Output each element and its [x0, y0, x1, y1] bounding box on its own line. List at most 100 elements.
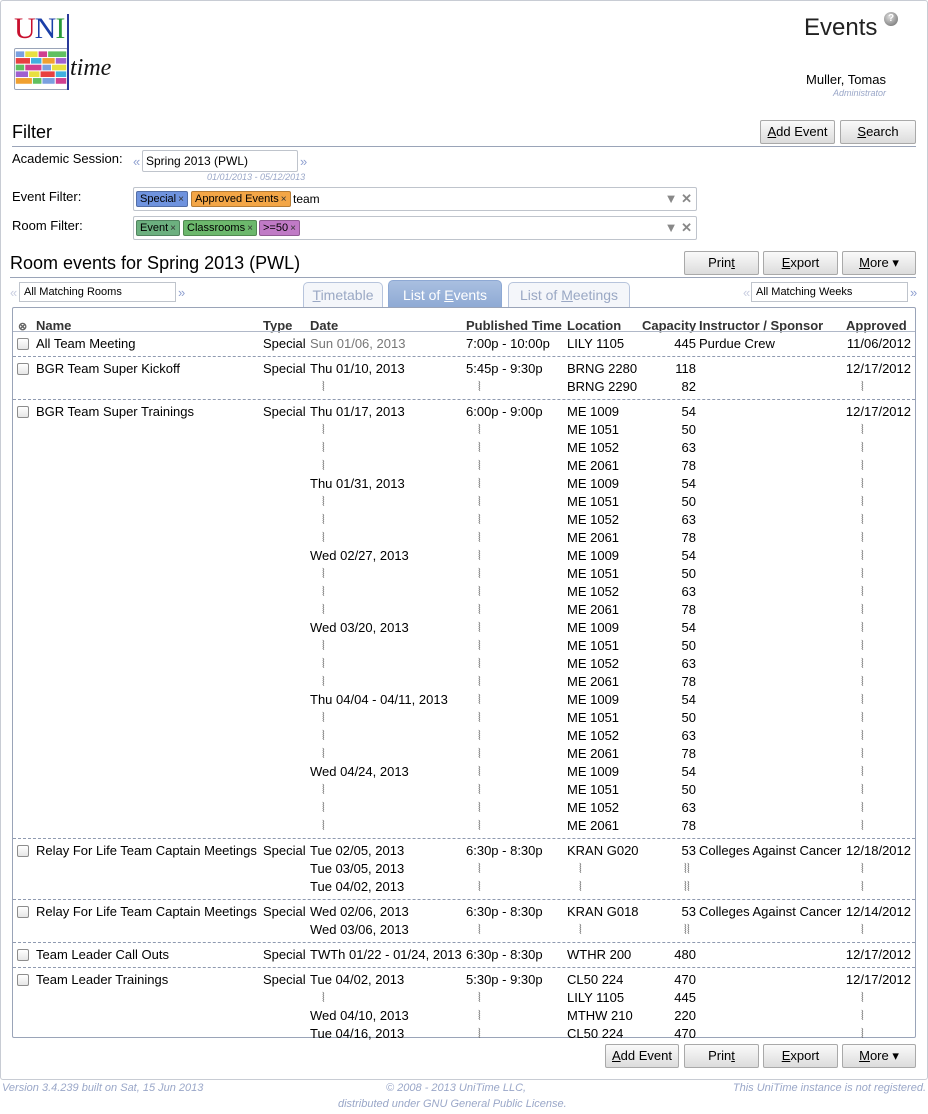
- event-name[interactable]: Team Leader Call Outs: [36, 947, 169, 963]
- session-next-icon[interactable]: »: [300, 154, 307, 169]
- meeting-location[interactable]: ME 1009: [567, 692, 619, 708]
- meeting-location[interactable]: ME 1051: [567, 494, 619, 510]
- event-filter-text: team: [293, 192, 320, 206]
- event-select-checkbox[interactable]: [17, 338, 29, 350]
- user-name[interactable]: Muller, Tomas: [806, 72, 886, 87]
- meeting-location[interactable]: ME 2061: [567, 602, 619, 618]
- filter-dropdown-icon[interactable]: ▼: [665, 191, 678, 206]
- meeting-location[interactable]: ME 1052: [567, 728, 619, 744]
- event-select-checkbox[interactable]: [17, 406, 29, 418]
- meeting-location[interactable]: ME 1051: [567, 710, 619, 726]
- unitime-logo[interactable]: UNI time: [12, 14, 122, 90]
- meeting-location[interactable]: WTHR 200: [567, 947, 631, 963]
- filter-clear-icon[interactable]: ✕: [681, 191, 692, 206]
- meeting-location[interactable]: ME 1052: [567, 512, 619, 528]
- room-filter-controls[interactable]: ▼ ✕: [665, 220, 692, 236]
- event-select-checkbox[interactable]: [17, 949, 29, 961]
- rooms-select[interactable]: All Matching Rooms: [19, 282, 176, 302]
- search-button[interactable]: Search: [840, 120, 916, 144]
- event-name[interactable]: BGR Team Super Trainings: [36, 404, 194, 420]
- footer-license[interactable]: distributed under GNU General Public Lic…: [338, 1098, 567, 1110]
- event-select-checkbox[interactable]: [17, 974, 29, 986]
- meeting-location[interactable]: ME 2061: [567, 674, 619, 690]
- event-name[interactable]: Relay For Life Team Captain Meetings: [36, 843, 257, 859]
- event-filter-chip-approved[interactable]: Approved Events ×: [191, 191, 291, 207]
- meeting-location[interactable]: ME 1009: [567, 404, 619, 420]
- meeting-location[interactable]: ME 1051: [567, 638, 619, 654]
- meeting-date: Tue 03/05, 2013: [310, 861, 405, 876]
- session-prev-icon[interactable]: «: [133, 154, 140, 169]
- weeks-prev-icon[interactable]: «: [743, 285, 750, 300]
- footer-copyright[interactable]: © 2008 - 2013 UniTime LLC,: [386, 1082, 526, 1094]
- more-button-bottom[interactable]: More ▾: [842, 1044, 916, 1068]
- filter-dropdown-icon[interactable]: ▼: [665, 220, 678, 235]
- chip-remove-icon[interactable]: ×: [281, 194, 287, 205]
- tab-list-of-meetings[interactable]: List of Meetings: [508, 282, 630, 308]
- meeting-location[interactable]: ME 1051: [567, 782, 619, 798]
- meeting-location[interactable]: ME 1052: [567, 584, 619, 600]
- event-type: Special: [263, 404, 306, 419]
- meeting-location[interactable]: ME 1009: [567, 620, 619, 636]
- meeting-location[interactable]: ME 1051: [567, 422, 619, 438]
- rooms-next-icon[interactable]: »: [178, 285, 185, 300]
- event-select-checkbox[interactable]: [17, 906, 29, 918]
- print-button-bottom[interactable]: Print: [684, 1044, 759, 1068]
- room-filter-chip-classrooms[interactable]: Classrooms ×: [183, 220, 257, 236]
- meeting-location[interactable]: ME 1052: [567, 656, 619, 672]
- event-select-checkbox[interactable]: [17, 363, 29, 375]
- event-name[interactable]: All Team Meeting: [36, 336, 135, 352]
- meeting-location[interactable]: CL50 224: [567, 972, 623, 988]
- meeting-location[interactable]: KRAN G018: [567, 904, 639, 920]
- meeting-location[interactable]: ME 2061: [567, 818, 619, 834]
- export-label: Export: [781, 255, 820, 270]
- academic-session-select[interactable]: Spring 2013 (PWL): [142, 150, 298, 172]
- meeting-location[interactable]: ME 1052: [567, 800, 619, 816]
- meeting-location[interactable]: LILY 1105: [567, 990, 624, 1006]
- event-filter-controls[interactable]: ▼ ✕: [665, 191, 692, 207]
- meeting-location[interactable]: ME 2061: [567, 530, 619, 546]
- room-filter-input[interactable]: Event × Classrooms × >=50 × ▼ ✕: [133, 216, 697, 240]
- event-name[interactable]: Relay For Life Team Captain Meetings: [36, 904, 257, 920]
- footer-registration[interactable]: This UniTime instance is not registered.: [733, 1082, 926, 1094]
- event-name[interactable]: BGR Team Super Kickoff: [36, 361, 180, 377]
- weeks-next-icon[interactable]: »: [910, 285, 917, 300]
- event-filter-label: Event Filter:: [12, 189, 82, 204]
- add-event-button-bottom[interactable]: Add Event: [605, 1044, 679, 1068]
- export-button-bottom[interactable]: Export: [763, 1044, 838, 1068]
- tab-timetable[interactable]: Timetable: [303, 282, 383, 308]
- meeting-location[interactable]: ME 1009: [567, 548, 619, 564]
- meeting-location[interactable]: BRNG 2290: [567, 379, 637, 395]
- meeting-capacity: 50: [681, 638, 696, 653]
- meeting-location[interactable]: ME 2061: [567, 458, 619, 474]
- meeting-location[interactable]: ME 1009: [567, 476, 619, 492]
- event-filter-input[interactable]: Special × Approved Events × team ▼ ✕: [133, 187, 697, 211]
- meeting-location[interactable]: ME 2061: [567, 746, 619, 762]
- meeting-location[interactable]: ME 1052: [567, 440, 619, 456]
- chip-remove-icon[interactable]: ×: [170, 223, 176, 234]
- tab-list-of-events[interactable]: List of Events: [388, 280, 502, 308]
- weeks-select[interactable]: All Matching Weeks: [751, 282, 908, 302]
- meeting-location[interactable]: ME 1009: [567, 764, 619, 780]
- meeting-location[interactable]: BRNG 2280: [567, 361, 637, 377]
- help-icon[interactable]: ?: [884, 12, 898, 26]
- room-filter-chip-event[interactable]: Event ×: [136, 220, 180, 236]
- chip-remove-icon[interactable]: ×: [178, 194, 184, 205]
- more-button[interactable]: More ▾: [842, 251, 916, 275]
- add-event-button[interactable]: Add Event: [760, 120, 835, 144]
- print-button[interactable]: Print: [684, 251, 759, 275]
- meeting-location[interactable]: MTHW 210: [567, 1008, 633, 1024]
- meeting-location[interactable]: CL50 224: [567, 1026, 623, 1042]
- meeting-location[interactable]: ME 1051: [567, 566, 619, 582]
- export-button[interactable]: Export: [763, 251, 838, 275]
- chip-remove-icon[interactable]: ×: [290, 223, 296, 234]
- event-select-checkbox[interactable]: [17, 845, 29, 857]
- filter-clear-icon[interactable]: ✕: [681, 220, 692, 235]
- event-name[interactable]: Team Leader Trainings: [36, 972, 168, 988]
- event-filter-chip-special[interactable]: Special ×: [136, 191, 188, 207]
- meeting-location[interactable]: KRAN G020: [567, 843, 639, 859]
- rooms-prev-icon[interactable]: «: [10, 285, 17, 300]
- room-filter-chip-capacity[interactable]: >=50 ×: [259, 220, 300, 236]
- meeting-capacity: 82: [681, 379, 696, 394]
- chip-remove-icon[interactable]: ×: [247, 223, 253, 234]
- meeting-location[interactable]: LILY 1105: [567, 336, 624, 352]
